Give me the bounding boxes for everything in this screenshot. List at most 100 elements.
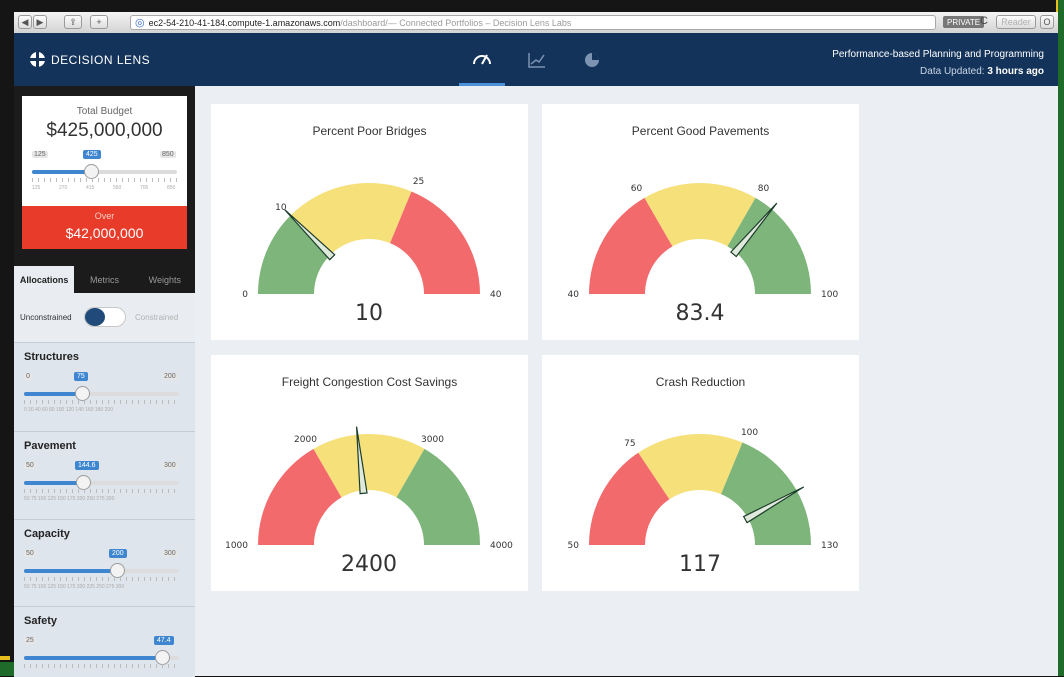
slider-max-label: 300: [162, 550, 178, 557]
share-button[interactable]: ⇪: [64, 15, 82, 29]
toggle-knob: [85, 308, 105, 326]
downloads-icon: O: [1043, 17, 1051, 27]
slider-fill: [24, 569, 117, 573]
gauge-tick-label: 130: [821, 541, 838, 551]
gauge-tick-label: 40: [490, 290, 502, 300]
slider-current-value: 75: [74, 372, 88, 381]
gauge-card-percent-poor-bridges[interactable]: Percent Poor Bridges 0 40 10 25 10: [211, 104, 528, 340]
gauge-chart: 0 40 10 25 10: [242, 177, 502, 326]
allocation-title: Safety: [24, 615, 58, 627]
gauge-tick-label: 50: [568, 541, 580, 551]
border-accent: [1058, 0, 1064, 676]
allocation-title: Capacity: [24, 528, 70, 540]
slider-current-value: 200: [109, 549, 127, 558]
gauge-tick-label: 10: [275, 203, 287, 213]
tab-trends[interactable]: [514, 33, 560, 86]
speedometer-icon: [473, 54, 491, 65]
url-path: /dashboard/: [340, 17, 388, 28]
allocation-safety: Safety 25 47.4: [14, 606, 195, 677]
allocation-title: Structures: [24, 351, 80, 363]
address-bar[interactable]: ◎ ec2-54-210-41-184.compute-1.amazonaws.…: [130, 15, 936, 30]
gauge-card-percent-good-pavements[interactable]: Percent Good Pavements 40 100 60 80 83.4: [542, 104, 859, 340]
app-header: DECISION LENS Performance-based Planning…: [14, 33, 1058, 86]
tab-weights[interactable]: Weights: [135, 266, 195, 293]
tick-label: 850: [167, 185, 176, 191]
gauge-tick-label: 0: [242, 290, 248, 300]
gauge-card-crash-reduction[interactable]: Crash Reduction 50 130 75 100 117: [542, 355, 859, 591]
slider-fill: [24, 392, 82, 396]
slider-min-label: 0: [24, 373, 32, 380]
plus-icon: +: [96, 17, 102, 27]
page-title: Performance-based Planning and Programmi…: [832, 49, 1044, 60]
slider-thumb[interactable]: [75, 386, 90, 401]
slider-min-label: 125: [32, 151, 48, 158]
tick-label: 705: [140, 185, 149, 191]
gauge-tick-label: 2000: [294, 435, 317, 445]
downloads-button[interactable]: O: [1040, 15, 1054, 29]
data-updated-label: Data Updated:: [920, 66, 988, 77]
gauge-tick-label: 40: [568, 290, 580, 300]
slider-min-label: 25: [24, 637, 36, 644]
gauge-value: 2400: [341, 552, 397, 577]
slider-ticks: [24, 400, 179, 404]
gauge-card-freight-congestion-cost-savings[interactable]: Freight Congestion Cost Savings 1000 4000 2…: [211, 355, 528, 591]
gauge-tick-label: 75: [624, 439, 635, 449]
tab-allocations[interactable]: Allocations: [14, 266, 75, 293]
total-budget-slider[interactable]: [32, 164, 177, 179]
tab-metrics[interactable]: Metrics: [74, 266, 134, 293]
share-icon: ⇪: [69, 16, 77, 27]
forward-arrow-icon: ▶: [36, 16, 44, 27]
allocation-slider[interactable]: [24, 563, 179, 578]
reload-icon[interactable]: C: [980, 15, 988, 27]
url-host: ec2-54-210-41-184.compute-1.amazonaws.co…: [148, 17, 341, 28]
browser-toolbar: ◀ ▶ ⇪ + ◎ ec2-54-210-41-184.compute-1.am…: [14, 12, 1058, 34]
tab-gauges[interactable]: [459, 33, 505, 86]
slider-thumb[interactable]: [155, 650, 170, 665]
back-button[interactable]: ◀: [18, 15, 32, 29]
allocation-slider[interactable]: [24, 650, 179, 665]
gauge-tick-label: 100: [821, 290, 838, 300]
slider-ticks: [24, 664, 179, 668]
gauge-value: 117: [679, 552, 721, 577]
gauge-tick-label: 25: [413, 177, 424, 187]
page-title-text: — Connected Portfolios – Decision Lens L…: [387, 17, 572, 28]
decision-lens-logo-icon: [30, 52, 45, 67]
forward-button[interactable]: ▶: [33, 15, 47, 29]
slider-max-label: 850: [160, 151, 176, 158]
slider-ticks: [24, 489, 179, 493]
total-budget-card: Total Budget $425,000,000 125 425 850 12…: [22, 96, 187, 206]
add-bookmark-button[interactable]: +: [90, 15, 108, 29]
over-budget-card: Over $42,000,000: [22, 206, 187, 249]
allocation-slider[interactable]: [24, 475, 179, 490]
slider-thumb[interactable]: [84, 164, 99, 179]
allocation-slider[interactable]: [24, 386, 179, 401]
allocation-structures: Structures 0 75 200 0 20 40 60 80 100 120 14…: [14, 342, 195, 432]
gauge-chart: 50 130 75 100 117: [568, 428, 839, 577]
slider-min-label: 50: [24, 550, 36, 557]
slider-thumb[interactable]: [110, 563, 125, 578]
sidebar: Total Budget $425,000,000 125 425 850 12…: [14, 86, 195, 677]
constrained-label: Constrained: [135, 313, 179, 322]
gauge-tick-label: 1000: [225, 541, 248, 551]
gauge-tick-label: 100: [741, 428, 758, 438]
slider-current-value: 425: [83, 150, 101, 159]
gauge-tick-label: 4000: [490, 541, 513, 551]
data-updated-value: 3 hours ago: [987, 66, 1044, 77]
border-accent: [0, 662, 14, 676]
slider-fill: [32, 170, 91, 174]
slider-tick-labels: 0 20 40 60 80 100 120 140 160 180 200: [24, 407, 113, 413]
back-arrow-icon: ◀: [21, 16, 29, 27]
gauge-chart: 40 100 60 80 83.4: [568, 182, 838, 326]
constraint-toggle-row: Unconstrained Constrained: [14, 293, 195, 342]
tab-breakdown[interactable]: [569, 33, 615, 86]
slider-tick-labels: 50 75 100 125 150 175 200 225 250 275 30…: [24, 584, 125, 590]
reader-button[interactable]: Reader: [996, 15, 1036, 29]
logo[interactable]: DECISION LENS: [30, 52, 150, 67]
tick-label: 125: [32, 185, 41, 191]
tick-label: 415: [86, 185, 95, 191]
slider-max-label: 200: [162, 373, 178, 380]
slider-thumb[interactable]: [76, 475, 91, 490]
slider-current-value: 144.6: [75, 461, 99, 470]
slider-fill: [24, 481, 83, 485]
constraint-toggle[interactable]: [84, 307, 126, 327]
